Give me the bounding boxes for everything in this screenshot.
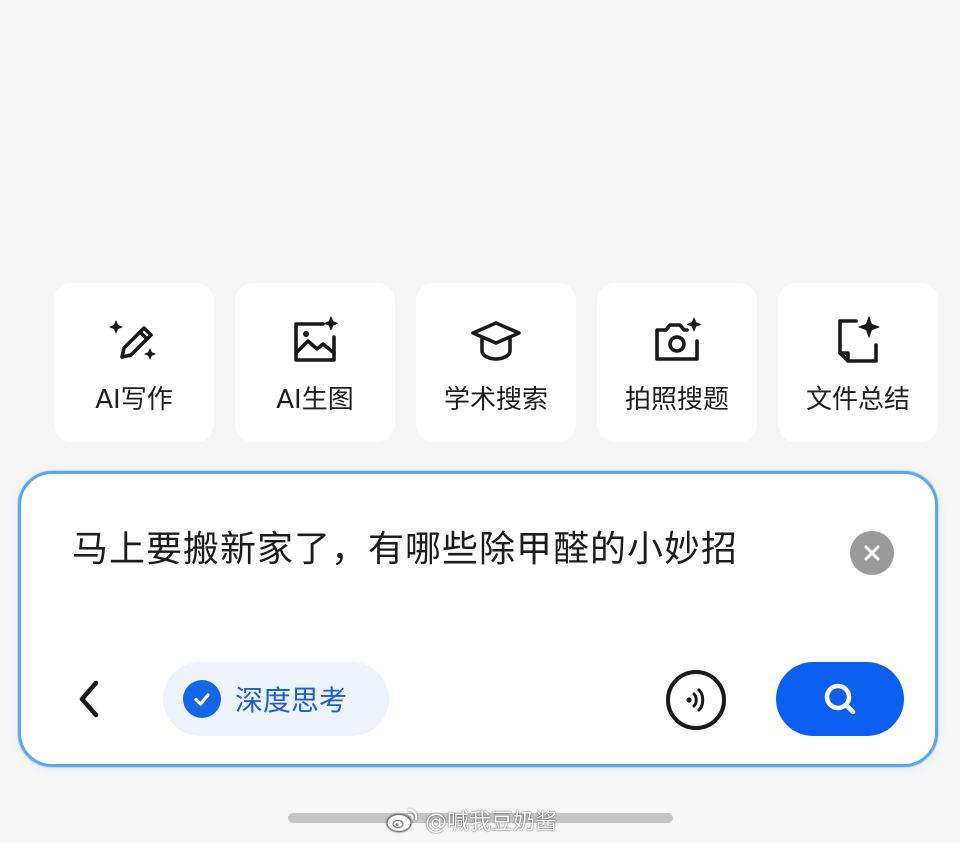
deep-think-toggle[interactable]: 深度思考 [163, 662, 389, 736]
quick-action-label: AI生图 [276, 385, 354, 415]
quick-action-label: AI写作 [95, 385, 173, 415]
quick-action-label: 学术搜索 [443, 385, 548, 415]
query-input[interactable]: 马上要搬新家了，有哪些除甲醛的小妙招 [72, 526, 792, 574]
graduation-cap-icon [470, 315, 522, 367]
image-sparkle-icon [289, 315, 341, 367]
pencil-sparkle-icon [108, 315, 160, 367]
voice-input-button[interactable] [666, 670, 726, 730]
quick-action-file-summary[interactable]: 文件总结 [778, 283, 938, 442]
watermark: @喊我豆奶酱 [385, 804, 557, 836]
search-button[interactable] [776, 662, 904, 736]
query-input-card: 马上要搬新家了，有哪些除甲醛的小妙招 深度思考 [18, 471, 938, 767]
watermark-text: @喊我豆奶酱 [425, 810, 558, 835]
quick-actions-row: AI写作 AI生图 学术搜索 拍照搜题 文件总结 [54, 283, 940, 442]
quick-action-academic-search[interactable]: 学术搜索 [416, 283, 576, 442]
deep-think-label: 深度思考 [235, 684, 348, 717]
quick-action-ai-writing[interactable]: AI写作 [54, 283, 214, 442]
chevron-left-icon [79, 680, 99, 718]
document-sparkle-icon [832, 315, 884, 367]
weibo-icon [386, 808, 418, 833]
check-circle-icon [183, 680, 221, 718]
camera-sparkle-icon [651, 315, 703, 367]
quick-action-ai-image[interactable]: AI生图 [235, 283, 395, 442]
voice-wave-icon [686, 688, 705, 712]
quick-action-photo-search[interactable]: 拍照搜题 [597, 283, 757, 442]
back-button[interactable] [71, 674, 107, 724]
close-circle-icon [864, 545, 880, 561]
clear-button[interactable] [850, 531, 894, 575]
search-icon [824, 683, 856, 715]
quick-action-label: 拍照搜题 [624, 385, 729, 415]
quick-action-label: 文件总结 [805, 385, 910, 415]
